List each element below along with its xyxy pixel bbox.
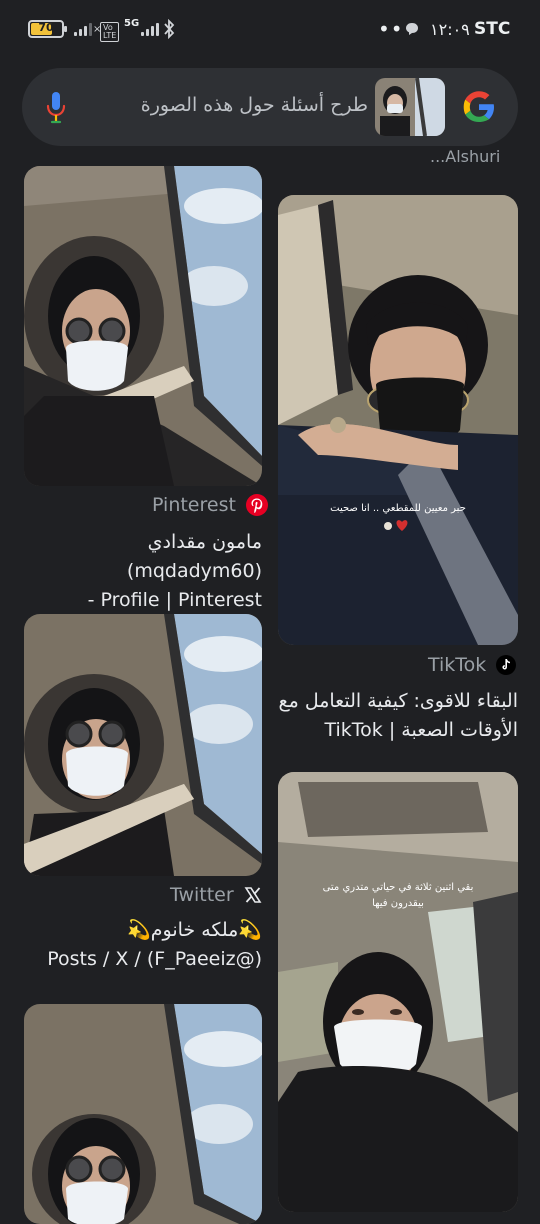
overlay-caption-line2: بيقدرون فيها [372, 898, 424, 909]
result-title-pinterest[interactable]: مامون مقدادي (mqdadym60) Profile | Pinte… [24, 528, 262, 615]
result-image-car-selfie[interactable]: بقي اثنين ثلاثة في حياتي متدري متى بيقدر… [278, 772, 518, 1212]
volte-icon: Vo LTE [100, 19, 120, 45]
result-image-pinterest[interactable] [24, 166, 262, 486]
source-name: Pinterest [152, 494, 236, 516]
status-bar: 70 × Vo LTE 5G ••• ١٢:٠٩ STC [0, 0, 540, 58]
overlay-caption-line1: بقي اثنين ثلاثة في حياتي متدري متى [323, 882, 474, 893]
result-image-tiktok[interactable]: حبر معيين للمقطعي .. انا صحيت [278, 195, 518, 645]
pinterest-icon [245, 494, 268, 516]
mic-icon[interactable] [46, 90, 66, 126]
message-icon [404, 16, 420, 42]
signal-icon: × [74, 16, 101, 42]
x-logo-icon [244, 886, 262, 904]
carrier-name: STC [474, 19, 511, 39]
result-image-partial[interactable] [24, 1004, 262, 1224]
source-row-twitter[interactable]: Twitter [170, 884, 262, 906]
source-row-tiktok[interactable]: TikTok [428, 654, 517, 676]
battery-level: 70 [38, 21, 54, 34]
search-bar[interactable]: طرح أسئلة حول هذه الصورة [22, 68, 518, 146]
clipped-result-title[interactable]: ...Alshuri [430, 147, 500, 166]
source-row-pinterest[interactable]: Pinterest [152, 494, 268, 516]
tiktok-icon [496, 655, 517, 675]
source-name: Twitter [170, 884, 234, 906]
bluetooth-icon [162, 16, 176, 42]
result-image-twitter[interactable] [24, 614, 262, 876]
network-5g-icon: 5G [124, 16, 160, 42]
clock: ١٢:٠٩ [430, 19, 470, 39]
search-image-thumbnail[interactable] [375, 78, 445, 136]
google-logo-icon[interactable] [461, 89, 497, 125]
result-title-tiktok[interactable]: البقاء للاقوى: كيفية التعامل مع الأوقات … [278, 687, 518, 745]
battery-icon: 70 [28, 20, 67, 38]
search-input[interactable]: طرح أسئلة حول هذه الصورة [141, 94, 368, 116]
source-name: TikTok [428, 654, 487, 676]
result-title-twitter[interactable]: 💫ملكه خانوم💫 Posts / X / (F_Paeeiz@) [24, 916, 262, 974]
tiktok-overlay-caption: حبر معيين للمقطعي .. انا صحيت [330, 503, 466, 514]
